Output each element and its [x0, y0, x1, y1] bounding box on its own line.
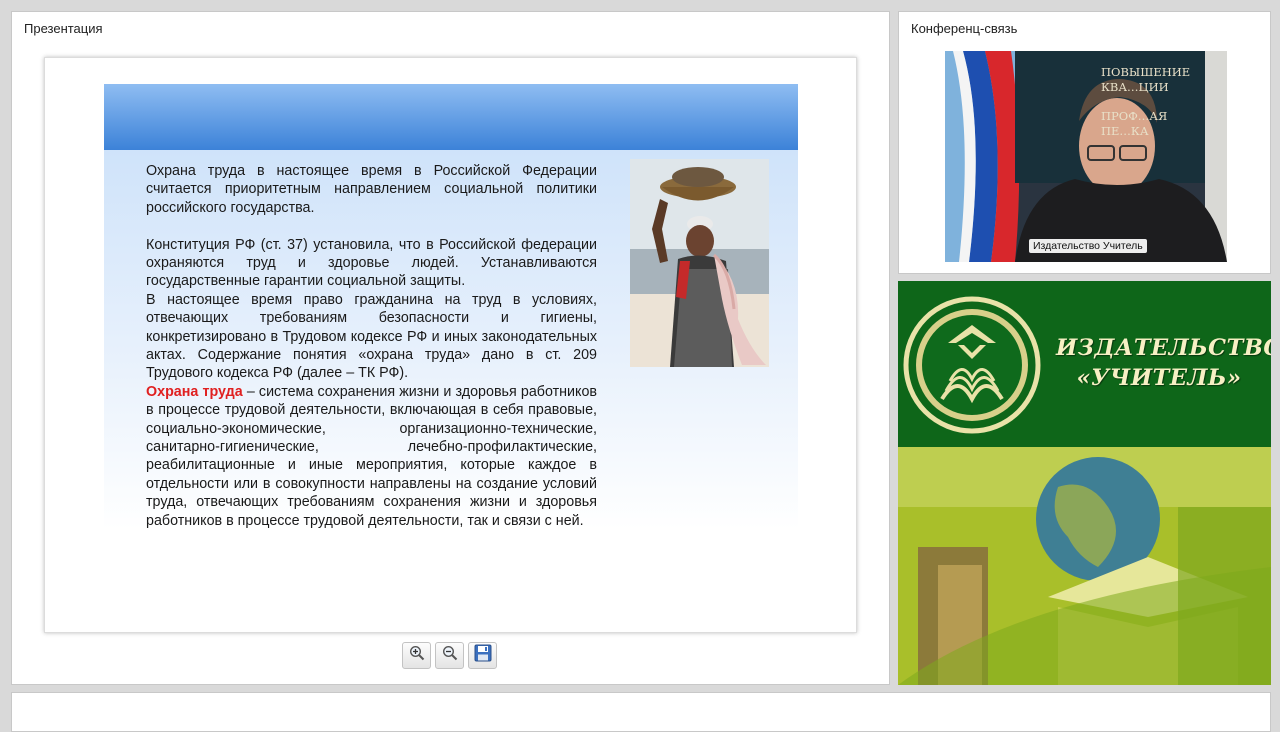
ad-brand-line-2: «УЧИТЕЛЬ»	[1076, 365, 1242, 391]
ad-brand-line-1: ИЗДАТЕЛЬСТВО	[1056, 335, 1271, 361]
publisher-logo-icon	[903, 296, 1041, 434]
slide-paragraph-3: В настоящее время право гражданина на тр…	[146, 291, 597, 382]
slide-paragraph-1: Охрана труда в настоящее время в Российс…	[146, 163, 597, 216]
conference-panel: Конференц-связь ПОВЫШЕНИЕ КВА…ЦИИ ПРОФ…А…	[898, 11, 1271, 274]
backdrop-sign-line-4: ПЕ…КА	[1101, 124, 1149, 138]
webcam-video[interactable]: ПОВЫШЕНИЕ КВА…ЦИИ ПРОФ…АЯ ПЕ…КА Издатель…	[945, 51, 1227, 262]
backdrop-sign-line-2: КВА…ЦИИ	[1101, 80, 1169, 94]
woman-carrying-basket-photo	[630, 159, 769, 367]
slide-frame: Охрана труда в настоящее время в Российс…	[44, 57, 857, 633]
zoom-out-icon	[442, 645, 458, 666]
bottom-panel	[11, 692, 1271, 732]
conference-panel-title: Конференц-связь	[911, 21, 1018, 36]
publisher-ad-banner[interactable]: ИЗДАТЕЛЬСТВО «УЧИТЕЛЬ»	[898, 281, 1271, 685]
backdrop-sign-line-1: ПОВЫШЕНИЕ	[1101, 65, 1191, 79]
slide-paragraph-2: Конституция РФ (ст. 37) установила, что …	[146, 236, 597, 290]
ad-banner-header: ИЗДАТЕЛЬСТВО «УЧИТЕЛЬ»	[898, 281, 1271, 447]
floppy-disk-icon	[474, 644, 492, 667]
zoom-out-button[interactable]	[435, 642, 464, 669]
presentation-panel-title: Презентация	[24, 21, 103, 36]
save-slide-button[interactable]	[468, 642, 497, 669]
ad-brand-name: ИЗДАТЕЛЬСТВО «УЧИТЕЛЬ»	[1056, 333, 1271, 393]
slide-text: Охрана труда в настоящее время в Российс…	[146, 162, 597, 530]
slide-term-definition: – система сохранения жизни и здоровья ра…	[146, 383, 597, 529]
ad-banner-books-image	[898, 447, 1271, 685]
slide-paragraph-4: Охрана труда – система сохранения жизни …	[146, 383, 597, 530]
speaker-name-tag: Издательство Учитель	[1029, 239, 1147, 253]
presentation-panel: Презентация Охрана труда в настоящее вре…	[11, 11, 890, 685]
slide-header-bar	[104, 84, 798, 151]
slide-zoom-controls	[402, 642, 497, 670]
backdrop-sign-line-3: ПРОФ…АЯ	[1101, 109, 1168, 123]
zoom-in-button[interactable]	[402, 642, 431, 669]
zoom-in-icon	[409, 645, 425, 666]
slide-term-highlight: Охрана труда	[146, 383, 243, 400]
backdrop-sign: ПОВЫШЕНИЕ КВА…ЦИИ ПРОФ…АЯ ПЕ…КА	[1101, 65, 1190, 139]
